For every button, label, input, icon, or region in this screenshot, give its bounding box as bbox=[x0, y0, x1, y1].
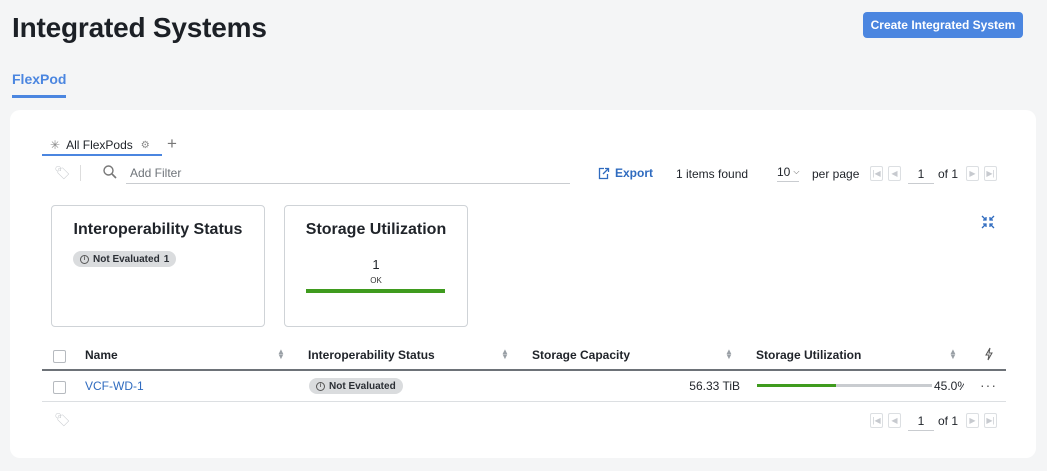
badge-count: 1 bbox=[163, 253, 170, 265]
sort-icon[interactable]: ▲ ▼ bbox=[501, 348, 509, 361]
widget-title: Interoperability Status bbox=[73, 221, 243, 238]
storage-count: 1 bbox=[372, 257, 380, 272]
next-page-button[interactable]: ▶ bbox=[966, 413, 979, 428]
export-icon bbox=[598, 167, 610, 179]
prev-page-button[interactable]: ◀ bbox=[888, 413, 901, 428]
storage-ok-bar bbox=[306, 289, 445, 293]
badge-label: Not Evaluated bbox=[93, 253, 160, 265]
next-page-button[interactable]: ▶ bbox=[966, 166, 979, 181]
filter-input[interactable] bbox=[126, 162, 570, 184]
tag-icon[interactable]: 🏷︎ bbox=[54, 412, 71, 428]
page-of: of 1 bbox=[938, 167, 959, 181]
row-name-link[interactable]: VCF-WD-1 bbox=[85, 379, 144, 393]
sort-icon[interactable]: ▲ ▼ bbox=[277, 348, 285, 361]
header-divider bbox=[42, 369, 1006, 371]
info-icon: i bbox=[316, 381, 325, 391]
column-header-interop[interactable]: Interoperability Status bbox=[308, 348, 435, 362]
status-badge[interactable]: i Not Evaluated 1 bbox=[73, 251, 177, 267]
page-title: Integrated Systems bbox=[12, 12, 267, 43]
widget-title: Storage Utilization bbox=[305, 221, 447, 238]
divider bbox=[80, 165, 81, 181]
collapse-icon[interactable] bbox=[980, 214, 996, 230]
row-divider bbox=[42, 401, 1006, 402]
row-interop-status: Not Evaluated bbox=[329, 380, 396, 392]
utilization-bar bbox=[757, 384, 932, 387]
select-all-checkbox[interactable] bbox=[53, 350, 66, 363]
page-input[interactable] bbox=[908, 411, 934, 431]
info-icon: i bbox=[80, 254, 89, 264]
last-page-button[interactable]: ▶| bbox=[984, 413, 997, 428]
per-page-label: per page bbox=[812, 167, 860, 181]
tag-icon[interactable]: 🏷︎ bbox=[54, 165, 71, 181]
row-storage-capacity: 56.33 TiB bbox=[689, 379, 740, 393]
create-integrated-system-button[interactable]: Create Integrated System bbox=[863, 12, 1023, 38]
storage-utilization-widget[interactable]: Storage Utilization 1 OK bbox=[284, 205, 468, 327]
row-checkbox[interactable] bbox=[53, 381, 66, 394]
star-icon: ✳ bbox=[50, 138, 61, 152]
prev-page-button[interactable]: ◀ bbox=[888, 166, 901, 181]
lightning-icon[interactable] bbox=[984, 347, 994, 361]
tab-flexpod[interactable]: FlexPod bbox=[12, 71, 66, 98]
row-utilization-percent: 45.0% bbox=[934, 379, 964, 393]
settings-icon[interactable]: ⚙ bbox=[141, 140, 150, 151]
items-found: 1 items found bbox=[676, 167, 749, 181]
first-page-button[interactable]: |◀ bbox=[870, 413, 883, 428]
interoperability-status-widget[interactable]: Interoperability Status i Not Evaluated … bbox=[51, 205, 265, 327]
sort-icon[interactable]: ▲ ▼ bbox=[949, 348, 957, 361]
column-header-utilization[interactable]: Storage Utilization bbox=[756, 348, 861, 362]
column-header-name[interactable]: Name bbox=[85, 348, 118, 362]
per-page-value: 10 bbox=[777, 165, 791, 179]
page-input[interactable] bbox=[908, 164, 934, 184]
add-view-button[interactable]: + bbox=[167, 134, 177, 154]
export-label: Export bbox=[615, 166, 654, 180]
sort-icon[interactable]: ▲ ▼ bbox=[725, 348, 733, 361]
more-icon[interactable]: ··· bbox=[980, 377, 997, 393]
first-page-button[interactable]: |◀ bbox=[870, 166, 883, 181]
column-header-capacity[interactable]: Storage Capacity bbox=[532, 348, 630, 362]
search-icon bbox=[103, 165, 117, 179]
last-page-button[interactable]: ▶| bbox=[984, 166, 997, 181]
export-button[interactable]: Export bbox=[597, 166, 653, 180]
status-badge: i Not Evaluated bbox=[309, 378, 403, 394]
page-of: of 1 bbox=[938, 414, 959, 428]
view-tab-label: All FlexPods bbox=[66, 138, 133, 152]
per-page-select[interactable]: 10 ⌵ bbox=[777, 165, 800, 182]
storage-status: OK bbox=[370, 276, 382, 285]
utilization-bar-fill bbox=[757, 384, 836, 387]
view-tab-all-flexpods[interactable]: ✳ All FlexPods ⚙ bbox=[42, 136, 162, 156]
chevron-down-icon: ⌵ bbox=[793, 167, 800, 176]
